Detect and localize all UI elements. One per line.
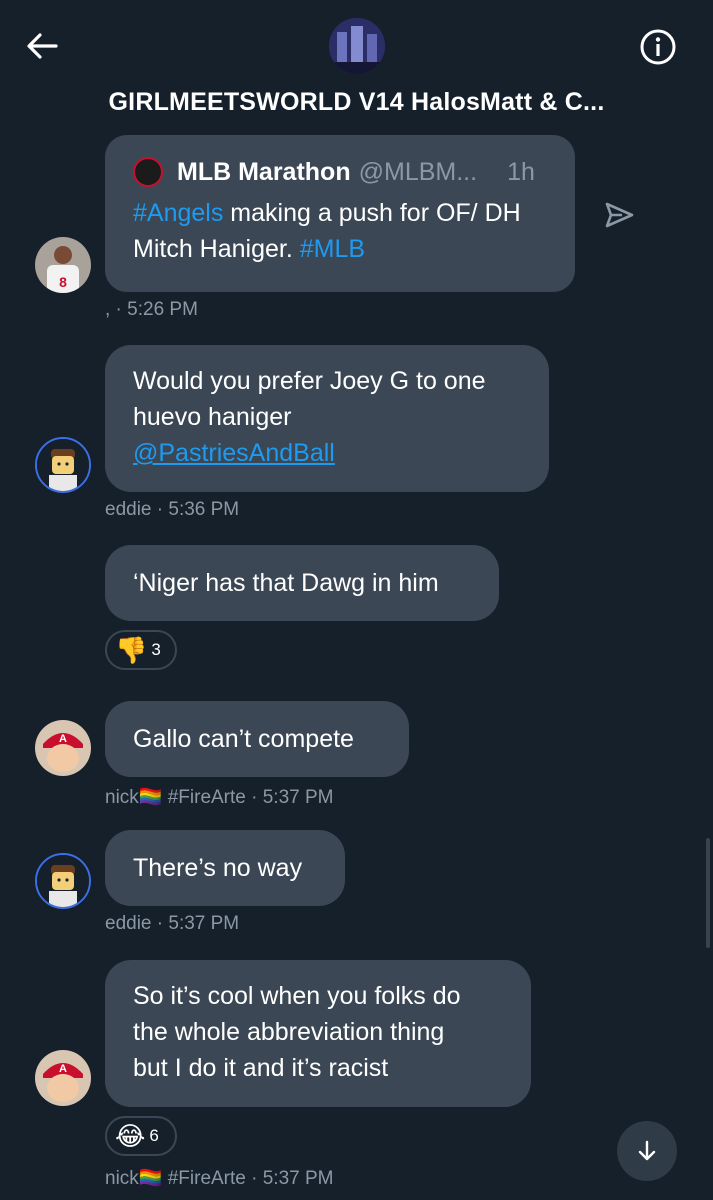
send-icon <box>605 202 634 228</box>
scrollbar[interactable] <box>706 838 710 948</box>
message-meta: eddie · 5:36 PM <box>105 499 240 520</box>
message-bubble[interactable]: Would you prefer Joey G to one huevo han… <box>105 345 549 492</box>
message-bubble[interactable]: So it’s cool when you folks do the whole… <box>105 960 531 1107</box>
reaction-chip[interactable]: 😂 6 <box>105 1116 177 1156</box>
back-button[interactable] <box>24 28 60 64</box>
reaction-count: 3 <box>151 640 161 659</box>
conversation-header: GIRLMEETSWORLD V14 HalosMatt & C... <box>0 0 713 128</box>
message-meta: nick🏳️‍🌈 #FireArte · 5:37 PM <box>105 787 334 808</box>
conversation-title[interactable]: GIRLMEETSWORLD V14 HalosMatt & C... <box>0 88 713 117</box>
avatar-nick[interactable]: A <box>35 1050 91 1106</box>
info-button[interactable] <box>638 27 678 67</box>
message-text-line: the whole abbreviation thing <box>133 1018 445 1046</box>
mention-link[interactable]: @PastriesAndBall <box>133 435 521 471</box>
message-bubble[interactable]: Gallo can’t compete <box>105 701 409 777</box>
message-text-line: Would you prefer Joey G to one <box>133 367 486 395</box>
mlb-marathon-logo-icon <box>133 157 163 187</box>
avatar-football-player[interactable]: 8 <box>35 237 91 293</box>
message-text: Gallo can’t compete <box>133 725 354 753</box>
message-text: There’s no way <box>133 854 303 882</box>
arrow-left-icon <box>27 33 58 59</box>
message-meta: , · 5:26 PM <box>105 299 198 320</box>
quoted-tweet-card[interactable]: MLB Marathon @MLBM... 1h #Angels making … <box>105 135 575 292</box>
hashtag-angels-link[interactable]: #Angels <box>133 199 223 227</box>
reaction-chip[interactable]: 👎 3 <box>105 630 177 670</box>
thumbs-down-icon: 👎 <box>115 635 148 665</box>
svg-text:A: A <box>59 733 67 745</box>
scroll-to-bottom-button[interactable] <box>617 1121 677 1181</box>
hashtag-mlb-link[interactable]: #MLB <box>300 235 365 263</box>
avatar-lego-eddie[interactable] <box>35 853 91 909</box>
group-avatar[interactable] <box>329 18 385 74</box>
quoted-tweet-handle: @MLBM... <box>358 157 478 186</box>
reaction-count: 6 <box>149 1126 159 1145</box>
message-text-line: So it’s cool when you folks do <box>133 982 461 1010</box>
message-bubble[interactable]: ‘Niger has that Dawg in him <box>105 545 499 621</box>
message-text-line: but I do it and it’s racist <box>133 1054 389 1082</box>
quoted-tweet-text: #Angels making a push for OF/ DH Mitch H… <box>133 195 547 267</box>
message-text: ‘Niger has that Dawg in him <box>133 569 439 597</box>
message-bubble[interactable]: There’s no way <box>105 830 345 906</box>
tears-of-joy-icon: 😂 <box>115 1121 146 1151</box>
avatar-nick[interactable]: A <box>35 720 91 776</box>
share-tweet-button[interactable] <box>602 198 636 232</box>
quoted-tweet-header: MLB Marathon @MLBM... 1h <box>133 157 547 187</box>
arrow-down-icon <box>638 1140 656 1161</box>
quoted-tweet-author-name: MLB Marathon <box>177 157 351 186</box>
quoted-tweet-time: 1h <box>507 157 535 186</box>
info-icon <box>640 29 676 65</box>
message-meta: nick🏳️‍🌈 #FireArte · 5:37 PM <box>105 1168 334 1189</box>
message-text-line: huevo haniger <box>133 403 292 431</box>
svg-text:A: A <box>59 1063 67 1075</box>
avatar-lego-eddie[interactable] <box>35 437 91 493</box>
message-meta: eddie · 5:37 PM <box>105 913 240 934</box>
svg-text:8: 8 <box>59 274 67 290</box>
